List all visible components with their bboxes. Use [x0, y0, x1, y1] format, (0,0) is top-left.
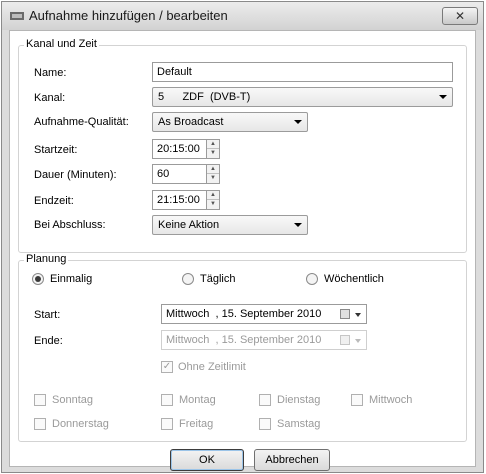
- friday-label[interactable]: Freitag: [179, 418, 213, 430]
- checkbox-monday[interactable]: [161, 394, 173, 406]
- end-date-value: Mittwoch , 15. September 2010: [166, 334, 322, 346]
- down-arrow-icon[interactable]: ▼: [207, 174, 219, 183]
- checkbox-friday[interactable]: [161, 418, 173, 430]
- group-planning-title: Planung: [24, 253, 69, 265]
- quality-label: Aufnahme-Qualität:: [34, 116, 129, 128]
- start-date-value: Mittwoch , 15. September 2010: [166, 308, 322, 320]
- saturday-label[interactable]: Samstag: [277, 418, 320, 430]
- radio-weekly-label[interactable]: Wöchentlich: [324, 273, 384, 285]
- dialog-window: Aufnahme hinzufügen / bearbeiten ✕ Kanal…: [1, 1, 484, 473]
- duration-label: Dauer (Minuten):: [34, 169, 117, 181]
- sunday-label[interactable]: Sonntag: [52, 394, 93, 406]
- end-date-label: Ende:: [34, 335, 63, 347]
- start-date-picker[interactable]: Mittwoch , 15. September 2010: [161, 304, 367, 324]
- duration-stepper[interactable]: ▲ ▼: [206, 164, 220, 184]
- close-button[interactable]: ✕: [442, 7, 478, 25]
- name-input[interactable]: Default: [152, 62, 453, 82]
- start-time-stepper[interactable]: ▲ ▼: [206, 139, 220, 159]
- close-icon: ✕: [454, 9, 466, 23]
- channel-value: 5 ZDF (DVB-T): [158, 91, 251, 103]
- chevron-down-icon: [294, 223, 302, 227]
- end-date-picker[interactable]: Mittwoch , 15. September 2010: [161, 330, 367, 350]
- down-arrow-icon[interactable]: ▼: [207, 200, 219, 209]
- dialog-content: Kanal und Zeit Name: Default Kanal: 5 ZD…: [9, 30, 476, 471]
- radio-once-button[interactable]: [32, 273, 44, 285]
- title-bar[interactable]: Aufnahme hinzufügen / bearbeiten ✕: [2, 2, 483, 30]
- checkbox-saturday[interactable]: [259, 418, 271, 430]
- window-title: Aufnahme hinzufügen / bearbeiten: [29, 8, 228, 23]
- checkbox-wednesday[interactable]: [351, 394, 363, 406]
- finish-action-label: Bei Abschluss:: [34, 219, 106, 231]
- radio-daily-button[interactable]: [182, 273, 194, 285]
- chevron-down-icon[interactable]: [355, 313, 361, 317]
- app-icon: [10, 12, 24, 20]
- chevron-down-icon[interactable]: [355, 339, 361, 343]
- group-channel-title: Kanal und Zeit: [24, 38, 99, 50]
- radio-once-label[interactable]: Einmalig: [50, 273, 92, 285]
- calendar-icon[interactable]: [340, 309, 350, 319]
- down-arrow-icon[interactable]: ▼: [207, 149, 219, 158]
- cancel-button[interactable]: Abbrechen: [254, 449, 330, 471]
- quality-select[interactable]: As Broadcast: [152, 112, 308, 132]
- duration-input[interactable]: 60: [152, 164, 207, 184]
- checkbox-thursday[interactable]: [34, 418, 46, 430]
- end-time-label: Endzeit:: [34, 195, 74, 207]
- group-planning: Planung Einmalig Täglich Wöchentlich Sta…: [18, 253, 467, 442]
- channel-label: Kanal:: [34, 92, 66, 104]
- monday-label[interactable]: Montag: [179, 394, 216, 406]
- checkbox-tuesday[interactable]: [259, 394, 271, 406]
- radio-weekly-button[interactable]: [306, 273, 318, 285]
- up-arrow-icon[interactable]: ▲: [207, 191, 219, 200]
- radio-daily-label[interactable]: Täglich: [200, 273, 235, 285]
- chevron-down-icon: [439, 95, 447, 99]
- calendar-icon[interactable]: [340, 335, 350, 345]
- chevron-down-icon: [294, 120, 302, 124]
- finish-action-select[interactable]: Keine Aktion: [152, 215, 308, 235]
- end-time-stepper[interactable]: ▲ ▼: [206, 190, 220, 210]
- start-date-label: Start:: [34, 309, 61, 321]
- name-label: Name:: [34, 67, 67, 79]
- tuesday-label[interactable]: Dienstag: [277, 394, 320, 406]
- channel-select[interactable]: 5 ZDF (DVB-T): [152, 87, 453, 107]
- up-arrow-icon[interactable]: ▲: [207, 140, 219, 149]
- ok-button[interactable]: OK: [170, 449, 244, 471]
- wednesday-label[interactable]: Mittwoch: [369, 394, 412, 406]
- end-time-input[interactable]: 21:15:00: [152, 190, 207, 210]
- checkbox-sunday[interactable]: [34, 394, 46, 406]
- no-limit-label[interactable]: Ohne Zeitlimit: [178, 361, 246, 373]
- start-time-input[interactable]: 20:15:00: [152, 139, 207, 159]
- quality-value: As Broadcast: [158, 116, 224, 128]
- finish-action-value: Keine Aktion: [158, 219, 220, 231]
- start-time-label: Startzeit:: [34, 144, 78, 156]
- up-arrow-icon[interactable]: ▲: [207, 165, 219, 174]
- group-channel-time: Kanal und Zeit Name: Default Kanal: 5 ZD…: [18, 38, 467, 253]
- thursday-label[interactable]: Donnerstag: [52, 418, 109, 430]
- no-limit-check-box[interactable]: ✓: [161, 361, 173, 373]
